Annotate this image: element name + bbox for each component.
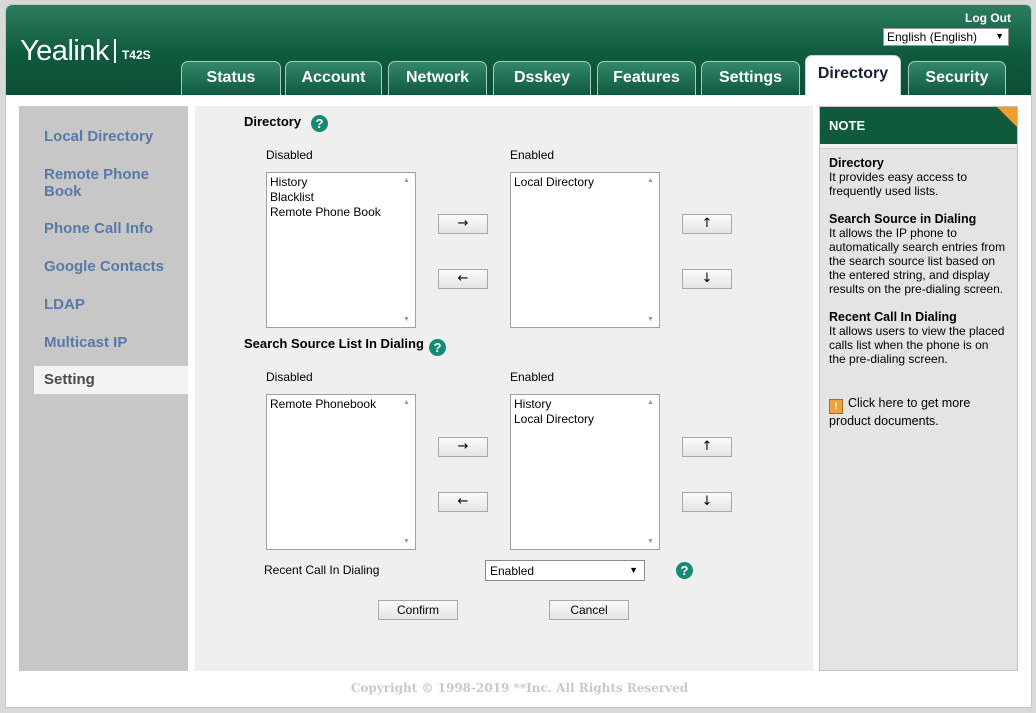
page-frame: Yealink T42S Log Out English (English) ▼ … [5,4,1032,708]
sidebar-item-local-directory[interactable]: Local Directory [19,128,188,145]
search-source-enabled-label: Enabled [510,370,555,384]
sidebar-item-phone-call-info[interactable]: Phone Call Info [19,220,188,237]
directory-enabled-list[interactable]: Local Directory ▲ ▼ [510,172,660,328]
logo-separator [113,39,116,63]
cancel-button[interactable]: Cancel [549,600,629,620]
list-item[interactable]: Local Directory [513,175,657,190]
recent-call-select[interactable]: Enabled ▼ [485,560,645,581]
note-panel: NOTE Directory It provides easy access t… [819,106,1018,671]
list-item[interactable]: Remote Phone Book [269,205,413,220]
tab-security[interactable]: Security [908,61,1006,95]
note-block: Recent Call In Dialing It allows users t… [829,310,1008,366]
tab-settings[interactable]: Settings [701,61,800,95]
help-icon[interactable]: ? [429,339,446,356]
scroll-down-icon: ▼ [403,316,410,323]
scroll-down-icon: ▼ [647,538,654,545]
help-icon[interactable]: ? [676,562,693,579]
list-scrollbar[interactable]: ▲ ▼ [643,395,659,549]
header: Yealink T42S Log Out English (English) ▼ … [6,5,1031,95]
list-item[interactable]: History [269,175,413,190]
sidebar-item-ldap[interactable]: LDAP [19,296,188,313]
sidebar-item-setting[interactable]: Setting [34,366,188,394]
note-body: Directory It provides easy access to fre… [820,148,1017,670]
directory-disabled-list[interactable]: History Blacklist Remote Phone Book ▲ ▼ [266,172,416,328]
help-icon[interactable]: ? [311,115,328,132]
search-source-move-down-button[interactable]: ↓ [682,492,732,512]
list-item[interactable]: Local Directory [513,412,657,427]
main-panel: Directory ? Disabled Enabled History Bla… [195,106,813,671]
directory-move-left-button[interactable]: ← [438,269,488,289]
search-source-enabled-list[interactable]: History Local Directory ▲ ▼ [510,394,660,550]
tab-network[interactable]: Network [388,61,487,95]
tab-directory[interactable]: Directory [805,55,901,95]
note-block-title: Search Source in Dialing [829,212,977,226]
tab-dsskey[interactable]: Dsskey [493,61,591,95]
confirm-button[interactable]: Confirm [378,600,458,620]
logout-link[interactable]: Log Out [965,11,1011,25]
scroll-up-icon: ▲ [647,399,654,406]
directory-move-up-button[interactable]: ↑ [682,214,732,234]
document-icon: ! [829,399,843,414]
note-block-text: It allows users to view the placed calls… [829,324,1005,366]
tab-account[interactable]: Account [285,61,382,95]
scroll-down-icon: ▼ [647,316,654,323]
scroll-up-icon: ▲ [403,399,410,406]
yealink-logo: Yealink T42S [20,35,151,68]
search-source-move-left-button[interactable]: ← [438,492,488,512]
directory-move-down-button[interactable]: ↓ [682,269,732,289]
search-source-disabled-label: Disabled [266,370,313,384]
list-item[interactable]: Blacklist [269,190,413,205]
recent-call-select-value: Enabled [490,564,535,578]
directory-section-title: Directory [244,114,302,129]
search-source-move-right-button[interactable]: → [438,437,488,457]
scroll-up-icon: ▲ [647,177,654,184]
search-source-disabled-list[interactable]: Remote Phonebook ▲ ▼ [266,394,416,550]
language-select[interactable]: English (English) ▼ [883,28,1009,46]
sidebar: Local Directory Remote Phone Book Phone … [19,106,188,671]
search-source-section-title: Search Source List In Dialing [244,336,424,351]
language-select-value: English (English) [887,30,978,44]
recent-call-label: Recent Call In Dialing [264,563,380,577]
note-block-title: Recent Call In Dialing [829,310,957,324]
tab-features[interactable]: Features [597,61,696,95]
list-scrollbar[interactable]: ▲ ▼ [399,173,415,327]
list-item[interactable]: History [513,397,657,412]
search-source-move-up-button[interactable]: ↑ [682,437,732,457]
sidebar-item-google-contacts[interactable]: Google Contacts [19,258,188,275]
sidebar-item-multicast-ip[interactable]: Multicast IP [19,334,188,351]
list-scrollbar[interactable]: ▲ ▼ [643,173,659,327]
logo-brand: Yealink [20,35,109,67]
dropdown-arrow-icon: ▼ [629,565,638,575]
directory-enabled-label: Enabled [510,148,555,162]
note-title: NOTE [820,107,1017,144]
scroll-up-icon: ▲ [403,177,410,184]
directory-move-right-button[interactable]: → [438,214,488,234]
logo-model: T42S [121,48,151,62]
note-block: Search Source in Dialing It allows the I… [829,212,1008,296]
product-documents-link[interactable]: ! Click here to get more product document… [829,396,1008,429]
scroll-down-icon: ▼ [403,538,410,545]
directory-disabled-label: Disabled [266,148,313,162]
copyright-footer: Copyright © 1998-2019 **Inc. All Rights … [350,681,689,695]
note-corner-decoration [997,107,1017,127]
dropdown-arrow-icon: ▼ [995,31,1004,41]
note-block-text: It allows the IP phone to automatically … [829,226,1006,296]
sidebar-item-remote-phone-book[interactable]: Remote Phone Book [19,166,169,200]
list-scrollbar[interactable]: ▲ ▼ [399,395,415,549]
product-documents-link-text: Click here to get more product documents… [829,396,971,428]
tab-status[interactable]: Status [181,61,281,95]
note-block-text: It provides easy access to frequently us… [829,170,968,198]
list-item[interactable]: Remote Phonebook [269,397,413,412]
note-block: Directory It provides easy access to fre… [829,156,1008,198]
note-block-title: Directory [829,156,884,170]
